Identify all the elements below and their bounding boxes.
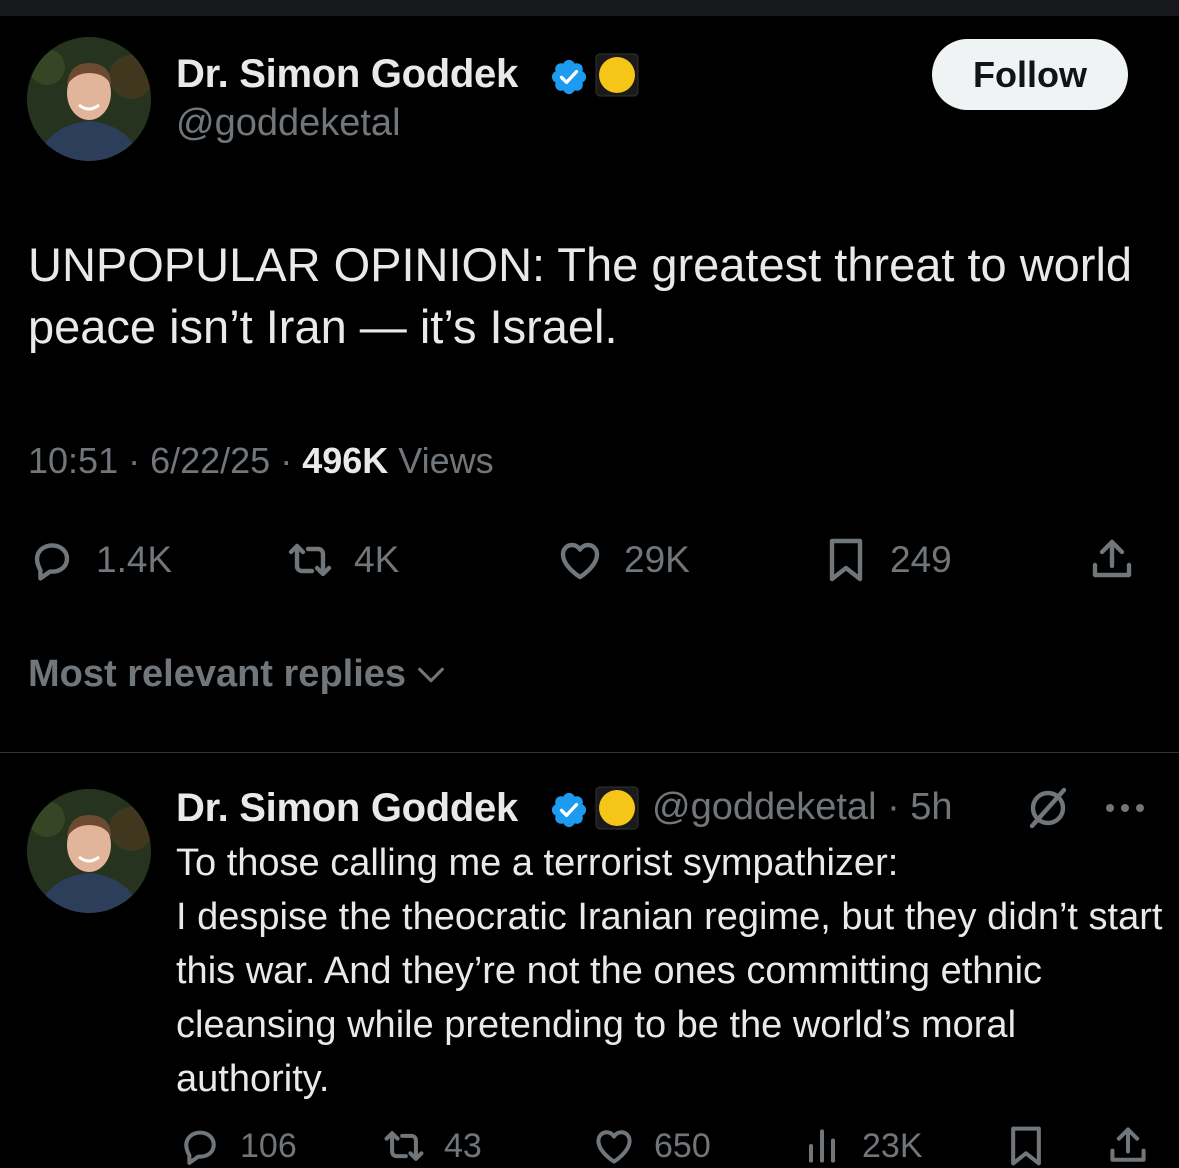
like-count: 29K xyxy=(624,539,690,580)
reply-icon xyxy=(184,1130,216,1165)
reply-author-handle[interactable]: @goddeketal xyxy=(652,786,877,828)
yellow-circle-emoji xyxy=(595,53,639,97)
bookmark-icon xyxy=(1011,1126,1041,1166)
author-avatar[interactable] xyxy=(27,37,151,161)
views-count: 496K xyxy=(302,440,389,481)
reply-author-avatar[interactable] xyxy=(27,789,151,913)
chevron-down-icon xyxy=(418,667,444,682)
reply-views-button[interactable]: 23K xyxy=(800,1124,923,1168)
bookmark-button[interactable]: 249 xyxy=(822,536,952,584)
reply-repost-count: 43 xyxy=(444,1126,482,1165)
share-icon xyxy=(1110,1127,1146,1162)
reply-repost-button[interactable]: 43 xyxy=(382,1124,482,1168)
reply-age[interactable]: 5h xyxy=(910,786,952,828)
verified-badge-icon xyxy=(551,59,587,95)
reply-reply-count: 106 xyxy=(240,1126,297,1165)
reply-verified-badge-icon xyxy=(551,792,587,828)
author-handle[interactable]: @goddeketal xyxy=(176,102,401,145)
post-meta: 10:51 · 6/22/25 · 496K Views xyxy=(28,440,494,481)
repost-count: 4K xyxy=(354,539,400,580)
author-name[interactable]: Dr. Simon Goddek xyxy=(176,52,518,97)
reply-yellow-circle-emoji xyxy=(595,786,639,830)
repost-icon xyxy=(288,543,332,577)
views-icon xyxy=(808,1129,836,1163)
reply-count: 1.4K xyxy=(96,539,173,580)
reply-text: To those calling me a terrorist sympathi… xyxy=(176,842,1163,1100)
like-button[interactable]: 29K xyxy=(556,536,690,584)
reply-like-button[interactable]: 650 xyxy=(592,1124,711,1168)
section-divider xyxy=(0,752,1179,753)
bookmark-count: 249 xyxy=(890,539,952,580)
reply-bookmark-button[interactable] xyxy=(1004,1124,1066,1168)
share-button[interactable] xyxy=(1088,536,1156,584)
grok-icon[interactable] xyxy=(1024,784,1072,832)
views-label: Views xyxy=(398,440,494,481)
replies-sort-label: Most relevant replies xyxy=(28,653,407,695)
bookmark-icon xyxy=(829,538,863,582)
reply-handle-meta: @goddeketal · 5h xyxy=(652,786,953,828)
post-date[interactable]: 6/22/25 xyxy=(150,440,270,481)
reply-share-button[interactable] xyxy=(1106,1124,1168,1168)
repost-button[interactable]: 4K xyxy=(286,536,399,584)
replies-sort-dropdown[interactable]: Most relevant replies xyxy=(28,653,448,696)
reply-views-count: 23K xyxy=(862,1126,923,1165)
like-icon xyxy=(560,542,600,580)
more-icon[interactable] xyxy=(1102,788,1148,828)
share-icon xyxy=(1092,539,1132,578)
reply-reply-button[interactable]: 106 xyxy=(178,1124,297,1168)
post-time[interactable]: 10:51 xyxy=(28,440,118,481)
reply-like-count: 650 xyxy=(654,1126,711,1165)
reply-author-name[interactable]: Dr. Simon Goddek xyxy=(176,786,518,831)
reply-icon xyxy=(34,543,70,581)
follow-button[interactable]: Follow xyxy=(932,39,1128,110)
top-edge xyxy=(0,0,1179,16)
post-text: UNPOPULAR OPINION: The greatest threat t… xyxy=(28,238,1133,353)
reply-button[interactable]: 1.4K xyxy=(28,536,172,584)
like-icon xyxy=(596,1130,632,1164)
repost-icon xyxy=(384,1131,424,1161)
